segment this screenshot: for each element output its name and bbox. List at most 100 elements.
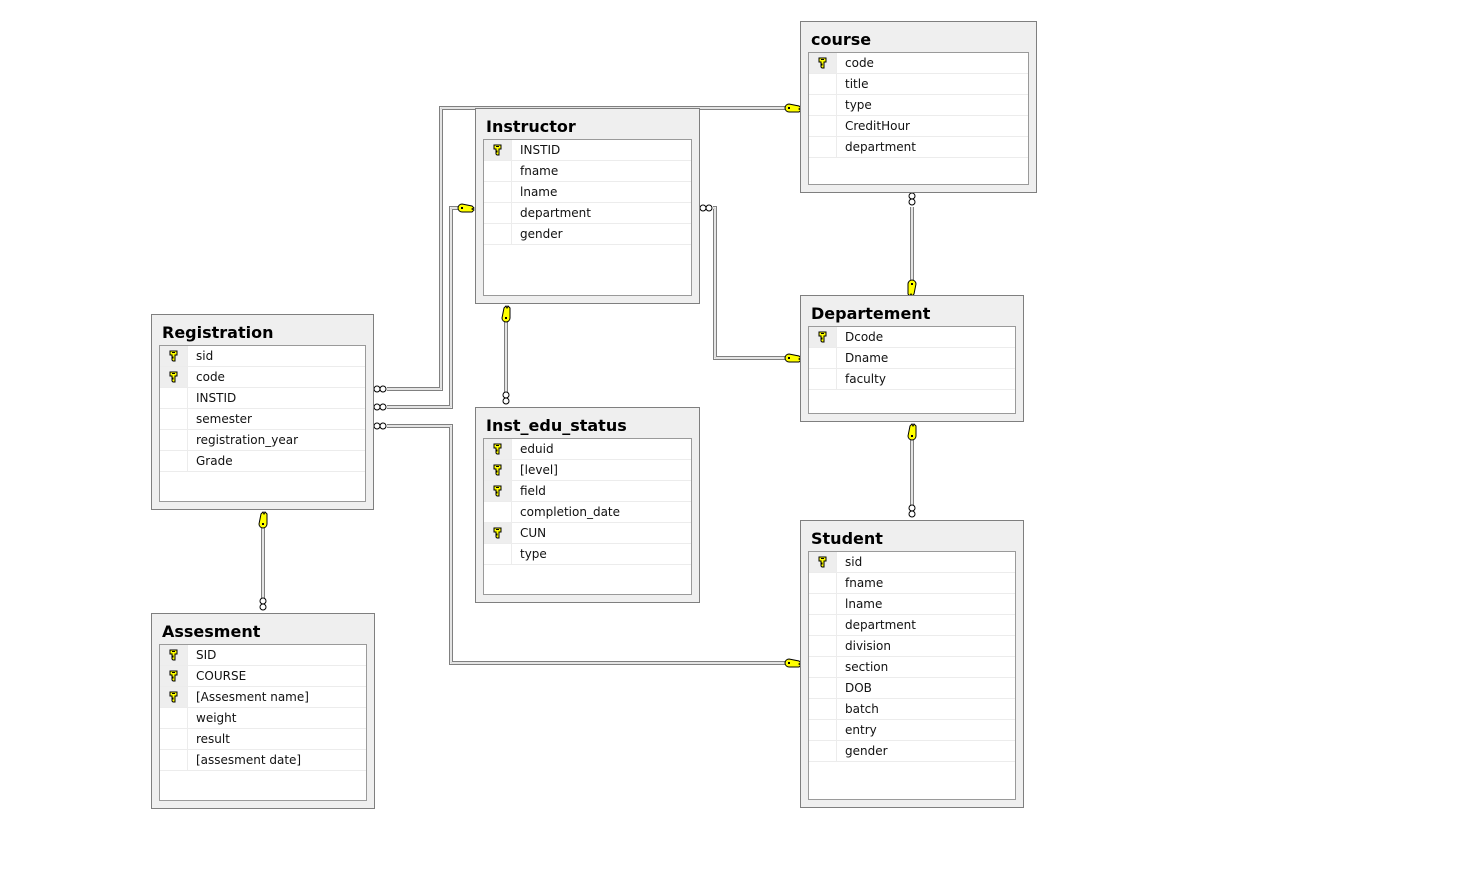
column-row[interactable]: gender [809, 741, 1015, 762]
column-row[interactable]: division [809, 636, 1015, 657]
column-row[interactable]: Grade [160, 451, 365, 472]
column-name: weight [196, 711, 237, 725]
many-end-infinity-icon [908, 504, 916, 518]
key-cell [809, 95, 837, 115]
column-row[interactable]: faculty [809, 369, 1015, 390]
column-grid: SID COURSE [Assesment name] weight result [as… [159, 644, 367, 801]
primary-key-cell [484, 460, 512, 480]
column-row[interactable]: title [809, 74, 1028, 95]
column-row[interactable]: eduid [484, 439, 691, 460]
column-row[interactable]: department [484, 203, 691, 224]
table-student[interactable]: Student sid fname lname department division s… [800, 520, 1024, 808]
table-assesment[interactable]: Assesment SID COURSE [Assesment name] weigh… [151, 613, 375, 809]
table-course[interactable]: course code title type CreditHour department [800, 21, 1037, 193]
relationship-line-instructor-departement [713, 206, 785, 360]
column-row[interactable]: sid [160, 346, 365, 367]
column-grid: sid code INSTID semester registration_year Gr… [159, 345, 366, 502]
column-row[interactable]: result [160, 729, 366, 750]
primary-key-icon [818, 57, 827, 69]
column-name: [Assesment name] [196, 690, 309, 704]
table-title: Inst_edu_status [486, 416, 627, 435]
column-row[interactable]: field [484, 481, 691, 502]
column-name: department [520, 206, 591, 220]
column-row[interactable]: code [160, 367, 365, 388]
column-row[interactable]: Dcode [809, 327, 1015, 348]
key-cell [160, 451, 188, 471]
key-cell [484, 161, 512, 181]
column-row[interactable]: registration_year [160, 430, 365, 451]
column-row[interactable]: [Assesment name] [160, 687, 366, 708]
column-row[interactable]: completion_date [484, 502, 691, 523]
column-row[interactable]: section [809, 657, 1015, 678]
key-cell [809, 741, 837, 761]
column-row[interactable]: SID [160, 645, 366, 666]
one-end-key-icon [907, 279, 917, 297]
column-row[interactable]: weight [160, 708, 366, 729]
key-cell [160, 388, 188, 408]
table-title: Assesment [162, 622, 261, 641]
column-name: [assesment date] [196, 753, 302, 767]
column-name: gender [520, 227, 563, 241]
many-end-infinity-icon [373, 403, 387, 411]
column-name: division [845, 639, 891, 653]
primary-key-icon [493, 464, 502, 476]
column-row[interactable]: INSTID [160, 388, 365, 409]
column-row[interactable]: DOB [809, 678, 1015, 699]
table-inst-edu-status[interactable]: Inst_edu_status eduid [level] field complet… [475, 407, 700, 603]
column-row[interactable]: department [809, 137, 1028, 158]
primary-key-icon [493, 443, 502, 455]
column-row[interactable]: [assesment date] [160, 750, 366, 771]
column-row[interactable]: lname [809, 594, 1015, 615]
column-row[interactable]: CreditHour [809, 116, 1028, 137]
column-name: code [196, 370, 225, 384]
column-row[interactable]: entry [809, 720, 1015, 741]
column-name: Dcode [845, 330, 884, 344]
column-name: COURSE [196, 669, 247, 683]
column-grid: eduid [level] field completion_date CUN type [483, 438, 692, 595]
column-grid: sid fname lname department division section DO… [808, 551, 1016, 800]
one-end-key-icon [784, 353, 802, 363]
column-name: CreditHour [845, 119, 910, 133]
table-instructor[interactable]: Instructor INSTID fname lname department gen… [475, 108, 700, 304]
column-row[interactable]: type [484, 544, 691, 565]
column-row[interactable]: code [809, 53, 1028, 74]
column-row[interactable]: COURSE [160, 666, 366, 687]
column-row[interactable]: [level] [484, 460, 691, 481]
column-row[interactable]: gender [484, 224, 691, 245]
table-title: Student [811, 529, 883, 548]
key-cell [809, 348, 837, 368]
column-name: sid [196, 349, 214, 363]
column-name: type [845, 98, 872, 112]
primary-key-icon [169, 371, 178, 383]
one-end-key-icon [784, 103, 802, 113]
many-end-infinity-icon [699, 204, 713, 212]
column-name: eduid [520, 442, 554, 456]
column-name: section [845, 660, 889, 674]
column-row[interactable]: batch [809, 699, 1015, 720]
column-name: faculty [845, 372, 886, 386]
key-cell [160, 729, 188, 749]
column-name: semester [196, 412, 252, 426]
column-row[interactable]: fname [484, 161, 691, 182]
many-end-infinity-icon [373, 385, 387, 393]
column-name: title [845, 77, 869, 91]
column-row[interactable]: Dname [809, 348, 1015, 369]
table-departement[interactable]: Departement Dcode Dname faculty [800, 295, 1024, 422]
column-name: INSTID [196, 391, 237, 405]
table-registration[interactable]: Registration sid code INSTID semester regist… [151, 314, 374, 510]
primary-key-icon [493, 485, 502, 497]
primary-key-icon [169, 670, 178, 682]
column-row[interactable]: type [809, 95, 1028, 116]
key-cell [809, 74, 837, 94]
column-row[interactable]: fname [809, 573, 1015, 594]
column-row[interactable]: semester [160, 409, 365, 430]
column-row[interactable]: sid [809, 552, 1015, 573]
column-name: fname [845, 576, 884, 590]
column-row[interactable]: INSTID [484, 140, 691, 161]
primary-key-icon [169, 350, 178, 362]
column-row[interactable]: department [809, 615, 1015, 636]
one-end-key-icon [457, 203, 475, 213]
table-title: Registration [162, 323, 274, 342]
column-row[interactable]: CUN [484, 523, 691, 544]
column-row[interactable]: lname [484, 182, 691, 203]
